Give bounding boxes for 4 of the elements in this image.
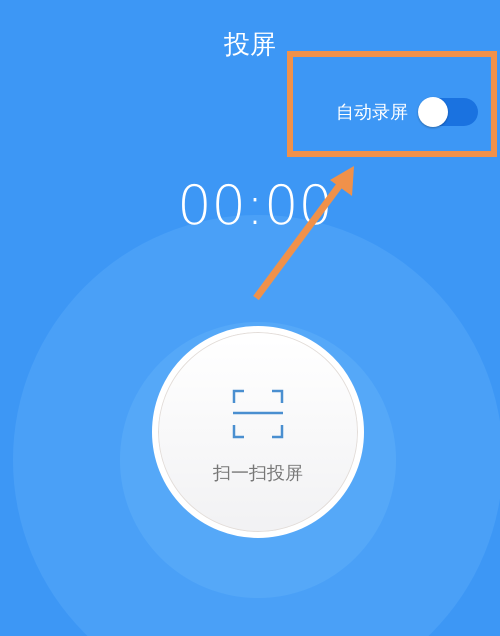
scan-icon — [232, 389, 284, 439]
auto-record-label: 自动录屏 — [336, 101, 408, 124]
screen-title: 投屏 — [224, 29, 276, 62]
auto-record-toggle[interactable] — [418, 98, 478, 126]
